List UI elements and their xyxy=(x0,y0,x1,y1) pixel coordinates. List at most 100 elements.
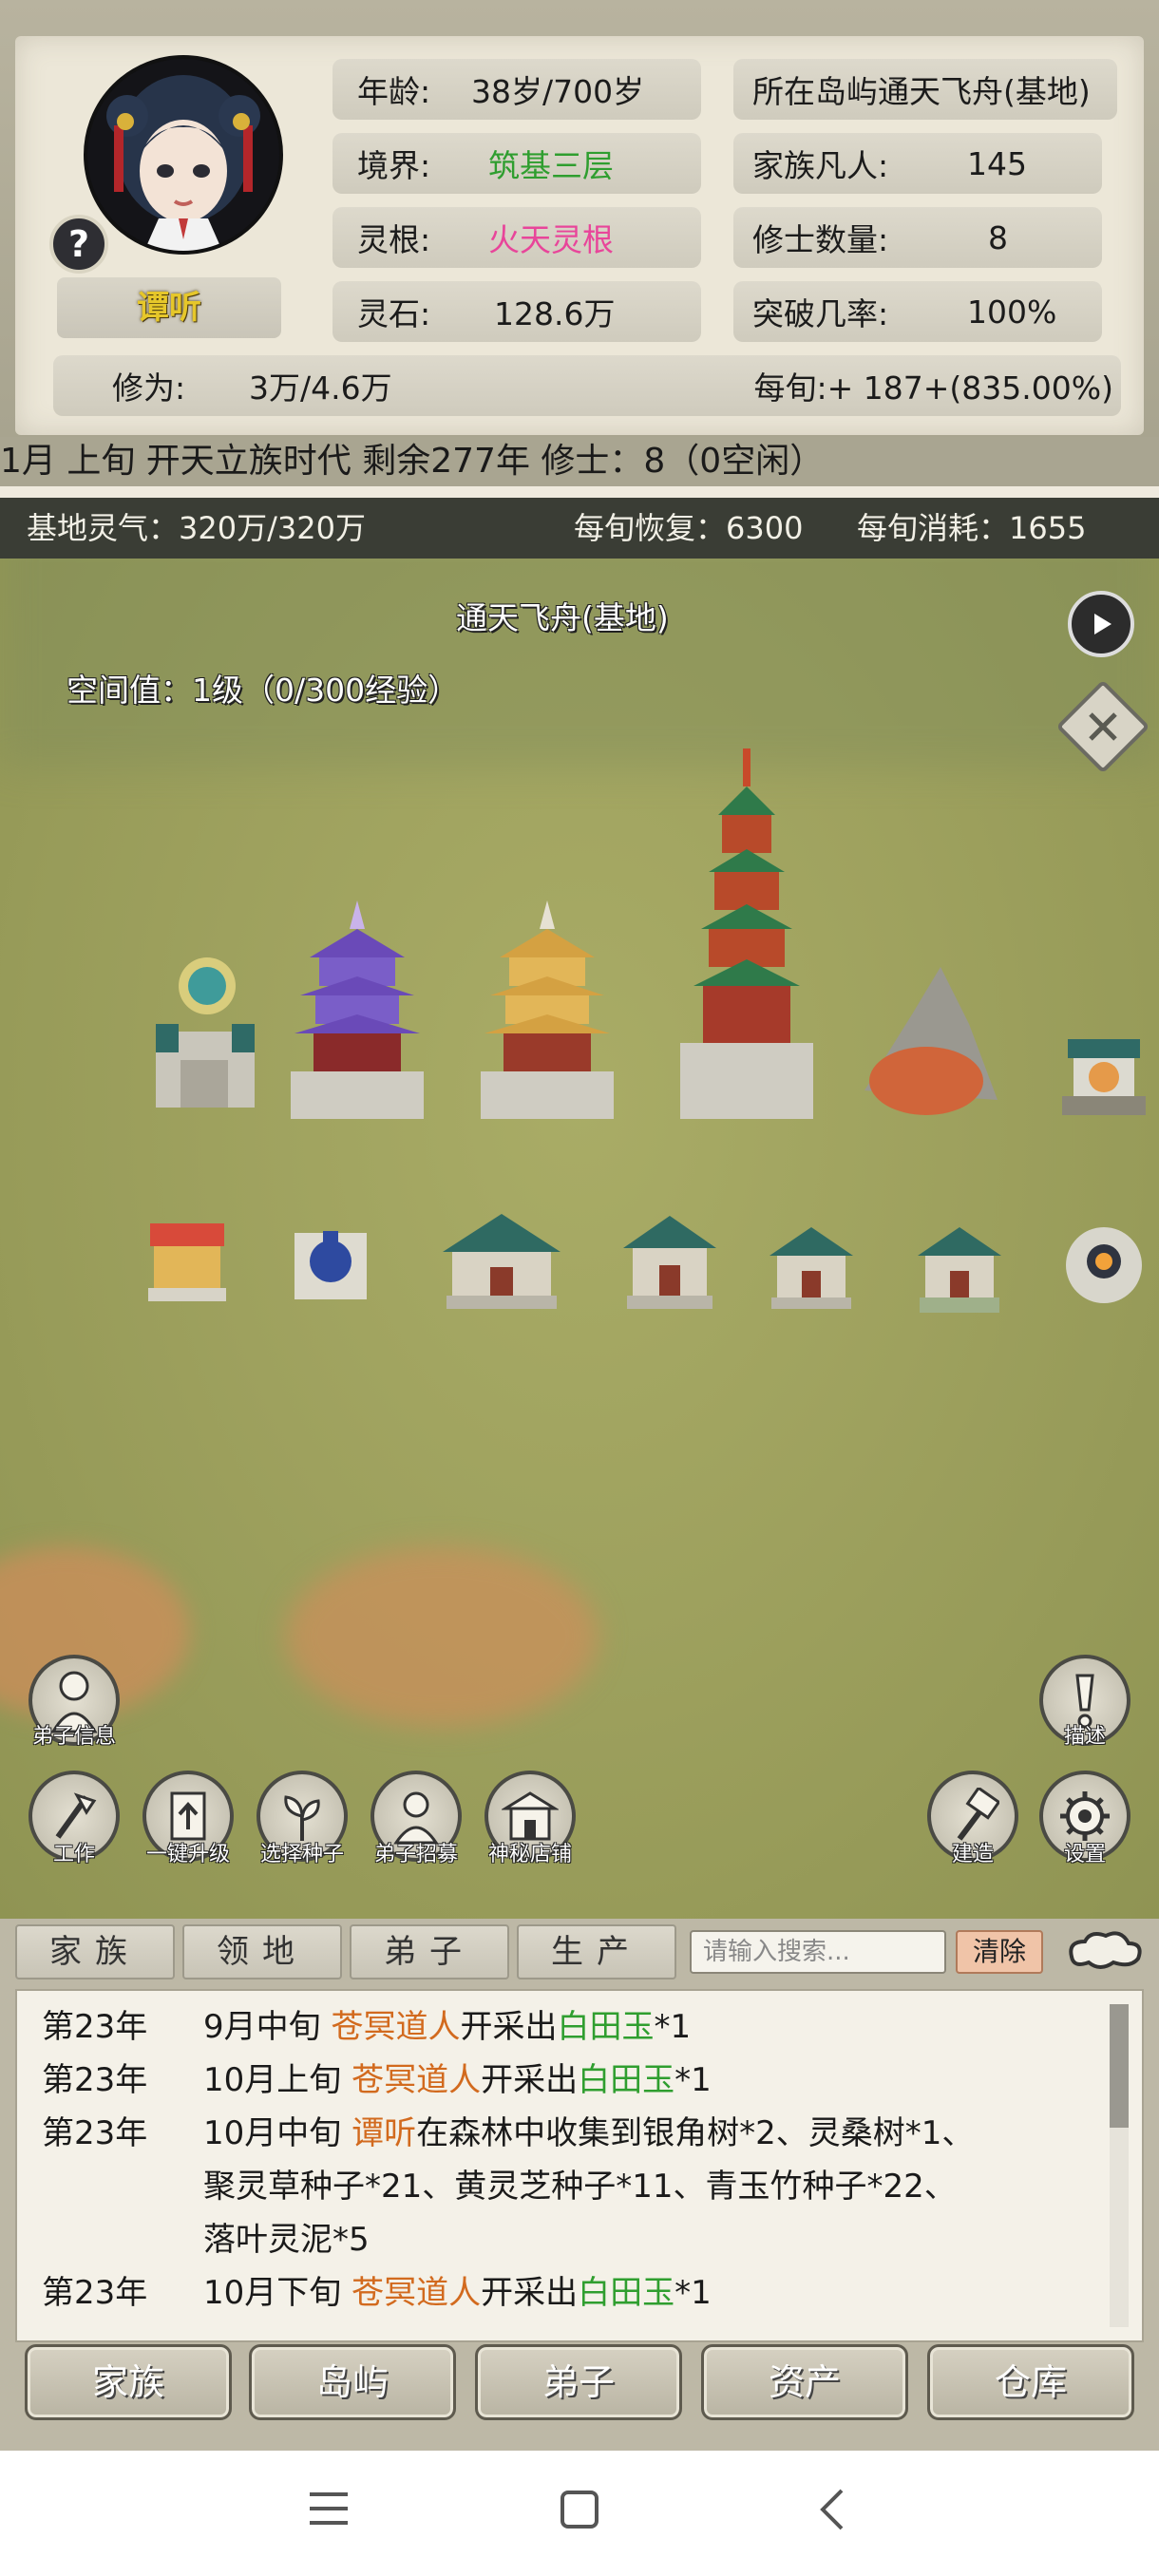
work-label: 工作 xyxy=(52,1843,95,1866)
menu-icon[interactable] xyxy=(306,2489,352,2529)
terrain-patch xyxy=(285,1546,598,1727)
stones-value: 128.6万 xyxy=(494,295,616,332)
base-qi-bar: 基地灵气：320万/320万 每旬恢复：6300 每旬消耗：1655 xyxy=(0,498,1159,559)
golden-pagoda-building[interactable] xyxy=(471,891,623,1128)
market-stall-building[interactable] xyxy=(144,1214,230,1305)
tab-family[interactable]: 家族 xyxy=(15,1924,175,1979)
list-item: 第23年 9月中旬 苍冥道人开采出白田玉*1 xyxy=(42,2008,692,2046)
cultivation-value: 3万/4.6万 xyxy=(249,369,392,407)
cultivation-stat: 修为: 3万/4.6万 每旬:+ 187+(835.00%) xyxy=(53,355,1121,416)
character-avatar[interactable] xyxy=(84,55,283,264)
home-icon[interactable] xyxy=(559,2489,600,2530)
spirit-root-stat: 灵根: 火天灵根 xyxy=(332,207,701,268)
list-item: 第23年 10月中旬 谭听在森林中收集到银角树*2、灵桑树*1、 xyxy=(42,2114,975,2152)
avatar[interactable] xyxy=(84,55,283,255)
nav-disciples[interactable]: 弟子 xyxy=(475,2344,682,2420)
upgrade-all-label: 一键升级 xyxy=(145,1843,230,1866)
log-list[interactable]: 第23年 9月中旬 苍冥道人开采出白田玉*1 第23年 10月上旬 苍冥道人开采出白… xyxy=(15,1989,1144,2342)
age-stat: 年龄: 38岁/700岁 xyxy=(332,59,701,120)
system-nav-bar xyxy=(0,2451,1159,2576)
breakthrough-stat: 突破几率: 100% xyxy=(733,281,1102,342)
nav-warehouse[interactable]: 仓库 xyxy=(927,2344,1134,2420)
tab-production[interactable]: 生产 xyxy=(517,1924,676,1979)
hoe-icon xyxy=(55,1792,97,1839)
mine-rock-building[interactable] xyxy=(846,957,1007,1128)
settings-label: 设置 xyxy=(1063,1843,1106,1866)
gear-icon xyxy=(1060,1791,1110,1841)
disciple-info-label: 弟子信息 xyxy=(31,1725,116,1749)
shop-gate-icon xyxy=(502,1791,559,1841)
island-stat: 所在岛屿 通天飞舟(基地) xyxy=(733,59,1117,120)
island-value: 通天飞舟(基地) xyxy=(878,73,1091,110)
build-label: 建造 xyxy=(951,1843,994,1866)
qi-recover-value: 每旬恢复：6300 xyxy=(574,510,804,546)
clear-button[interactable]: 清除 xyxy=(956,1930,1043,1974)
nav-family[interactable]: 家族 xyxy=(25,2344,232,2420)
space-value: 空间值：1级（0/300经验） xyxy=(66,672,460,709)
hall-building-4[interactable] xyxy=(912,1214,1007,1318)
hall-building-3[interactable] xyxy=(764,1214,859,1315)
character-name[interactable]: 谭听 xyxy=(57,277,281,338)
hammer-icon xyxy=(957,1788,999,1841)
mortals-label: 家族凡人: xyxy=(752,147,889,184)
status-panel: ? 谭听 年龄: 38岁/700岁 境界: 筑基三层 灵根: 火天灵根 灵石: … xyxy=(0,0,1159,437)
root-value: 火天灵根 xyxy=(488,221,614,258)
realm-stat: 境界: 筑基三层 xyxy=(332,133,701,194)
per-tick-value: 每旬:+ 187+(835.00%) xyxy=(753,369,1113,407)
teleport-array-building[interactable] xyxy=(142,956,266,1127)
scroll-upgrade-icon xyxy=(170,1791,206,1841)
help-button[interactable]: ? xyxy=(49,215,108,274)
realm-label: 境界: xyxy=(357,147,431,184)
spirit-stone-stat: 灵石: 128.6万 xyxy=(332,281,701,342)
play-icon xyxy=(1094,614,1112,635)
log-scroll-thumb[interactable] xyxy=(1110,2004,1129,2128)
cultivators-label: 修士数量: xyxy=(752,221,889,258)
breakthrough-label: 突破几率: xyxy=(752,295,889,332)
play-button[interactable] xyxy=(1068,591,1134,657)
cultivators-value: 8 xyxy=(988,218,1008,256)
stones-label: 灵石: xyxy=(357,295,431,332)
avatar-portrait-icon xyxy=(87,59,279,251)
list-item-continued: 落叶灵泥*5 xyxy=(203,2221,370,2259)
green-tower-building[interactable] xyxy=(671,748,823,1128)
close-icon xyxy=(1089,712,1117,741)
back-icon[interactable] xyxy=(815,2487,849,2532)
log-scrollbar[interactable] xyxy=(1110,2004,1129,2327)
mortals-value: 145 xyxy=(967,144,1027,182)
search-input[interactable] xyxy=(690,1930,946,1974)
sprout-icon xyxy=(284,1795,320,1841)
mystery-shop-label: 神秘店铺 xyxy=(487,1843,572,1866)
cauldron-building[interactable] xyxy=(291,1214,370,1305)
map-title: 通天飞舟(基地) xyxy=(456,599,669,636)
realm-value: 筑基三层 xyxy=(488,147,614,184)
hall-building-2[interactable] xyxy=(618,1204,722,1315)
root-label: 灵根: xyxy=(357,221,431,258)
breakthrough-value: 100% xyxy=(967,293,1057,331)
recruit-person-icon xyxy=(393,1791,439,1845)
list-item: 第23年 10月下旬 苍冥道人开采出白田玉*1 xyxy=(42,2274,712,2312)
age-label: 年龄: xyxy=(357,73,431,110)
brazier-building[interactable] xyxy=(1060,1214,1148,1318)
select-seed-label: 选择种子 xyxy=(259,1843,344,1866)
nav-assets[interactable]: 资产 xyxy=(701,2344,908,2420)
list-item: 第23年 10月上旬 苍冥道人开采出白田玉*1 xyxy=(42,2061,712,2099)
tab-disciples[interactable]: 弟子 xyxy=(350,1924,509,1979)
cultivation-label: 修为: xyxy=(112,369,186,407)
nav-islands[interactable]: 岛屿 xyxy=(249,2344,456,2420)
base-qi-value: 基地灵气：320万/320万 xyxy=(27,510,366,546)
lantern-shrine-building[interactable] xyxy=(1049,1024,1159,1128)
tab-territory[interactable]: 领地 xyxy=(182,1924,342,1979)
cultivators-stat: 修士数量: 8 xyxy=(733,207,1102,268)
list-item-continued: 聚灵草种子*21、黄灵芝种子*11、青玉竹种子*22、 xyxy=(203,2168,957,2206)
hall-building-1[interactable] xyxy=(437,1204,566,1315)
cloud-icon[interactable] xyxy=(1062,1924,1148,1978)
age-value: 38岁/700岁 xyxy=(471,73,645,110)
mortals-stat: 家族凡人: 145 xyxy=(733,133,1102,194)
qi-consume-value: 每旬消耗：1655 xyxy=(857,510,1087,546)
era-info-line: 1月 上旬 开天立族时代 剩余277年 修士：8（0空闲） xyxy=(0,437,1159,486)
island-label: 所在岛屿 xyxy=(752,73,878,110)
base-map[interactable]: 通天飞舟(基地) 空间值：1级（0/300经验） 弟子信息 工作 一键升级 选择… xyxy=(0,559,1159,1919)
describe-label: 描述 xyxy=(1063,1725,1106,1749)
purple-pagoda-building[interactable] xyxy=(281,891,433,1128)
terrain-haze xyxy=(0,559,1159,767)
